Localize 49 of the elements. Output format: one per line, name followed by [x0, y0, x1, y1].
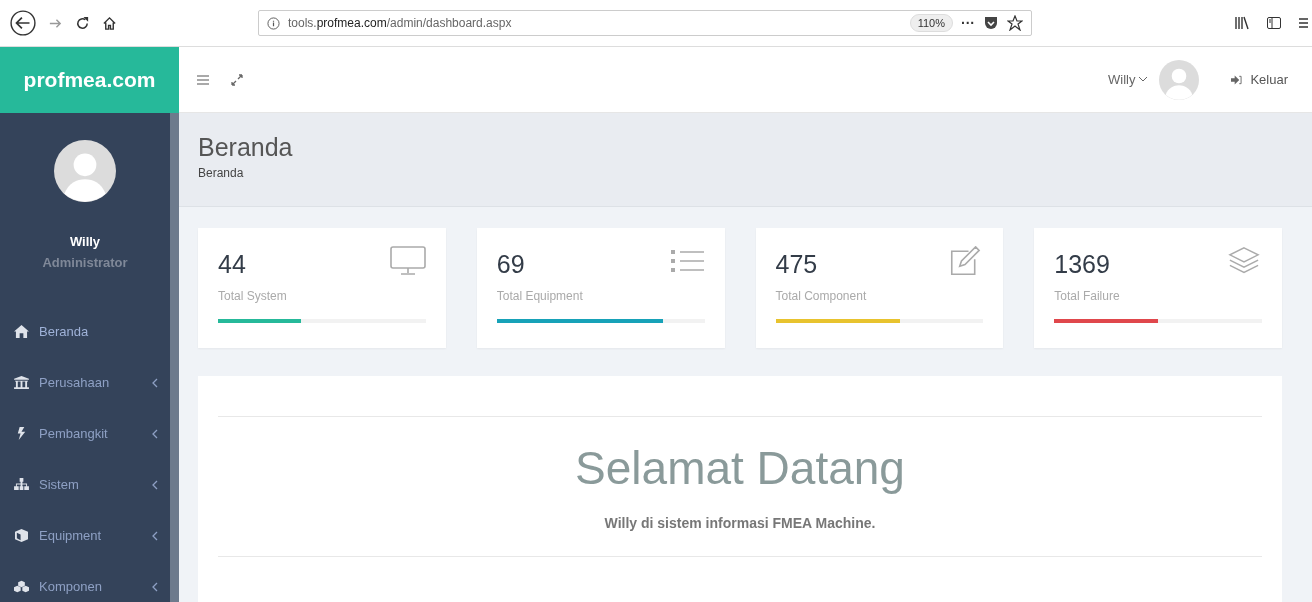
- url-text: tools.profmea.com/admin/dashboard.aspx: [288, 16, 512, 30]
- sign-out-icon: [1231, 74, 1243, 85]
- site-logo[interactable]: profmea.com: [0, 47, 179, 113]
- cubes-icon: [14, 580, 29, 593]
- breadcrumb: Beranda: [198, 166, 245, 180]
- avatar: [54, 140, 116, 202]
- menu-icon[interactable]: [1298, 15, 1308, 31]
- sidebar-item[interactable]: Pembangkit: [0, 408, 170, 459]
- user-name: Willy: [69, 234, 101, 249]
- stat-value: 69: [496, 250, 525, 279]
- monitor-icon: [389, 246, 426, 276]
- reload-button[interactable]: [75, 15, 90, 31]
- pocket-icon[interactable]: [983, 15, 999, 31]
- user-role: Administrator: [42, 255, 128, 270]
- logout-button[interactable]: Keluar: [1231, 72, 1288, 87]
- sidebar-item[interactable]: Sistem: [0, 459, 170, 510]
- fullscreen-icon[interactable]: [231, 73, 243, 86]
- star-icon[interactable]: [1007, 15, 1023, 31]
- sidebar-item[interactable]: Equipment: [0, 510, 170, 561]
- info-icon: [267, 16, 280, 30]
- zoom-level[interactable]: 110%: [909, 14, 953, 32]
- stat-label: Total Component: [775, 289, 868, 303]
- stat-value: 44: [218, 250, 246, 279]
- cube-icon: [14, 529, 29, 542]
- sidebar-item[interactable]: Komponen: [0, 561, 170, 602]
- library-icon[interactable]: [1234, 15, 1250, 31]
- page-title: Beranda: [198, 133, 294, 162]
- home-icon: [14, 325, 29, 338]
- stat-value: 1369: [1054, 250, 1110, 279]
- stat-label: Total Failure: [1054, 289, 1121, 303]
- sidebar-toggle-icon[interactable]: [1266, 15, 1282, 31]
- bank-icon: [14, 376, 29, 389]
- page-actions-button[interactable]: ···: [961, 15, 975, 31]
- stat-value: 475: [775, 250, 818, 279]
- stat-label: Total Equipment: [496, 289, 584, 303]
- stat-label: Total System: [218, 289, 288, 303]
- sitemap-icon: [14, 478, 29, 491]
- back-button[interactable]: [10, 10, 36, 36]
- avatar: [1159, 59, 1200, 100]
- welcome-title: Selamat Datang: [575, 441, 905, 495]
- layers-icon: [1226, 246, 1262, 276]
- home-button[interactable]: [102, 15, 117, 31]
- sidebar-item[interactable]: Perusahaan: [0, 357, 170, 408]
- sidebar-item[interactable]: Beranda: [0, 306, 170, 357]
- caret-icon: [1139, 77, 1148, 82]
- welcome-text: Willy di sistem informasi FMEA Machine.: [604, 515, 876, 531]
- user-menu[interactable]: Willy: [1108, 72, 1148, 87]
- address-bar[interactable]: tools.profmea.com/admin/dashboard.aspx 110% ···: [258, 10, 1032, 36]
- sidebar-scrollbar[interactable]: [170, 113, 179, 602]
